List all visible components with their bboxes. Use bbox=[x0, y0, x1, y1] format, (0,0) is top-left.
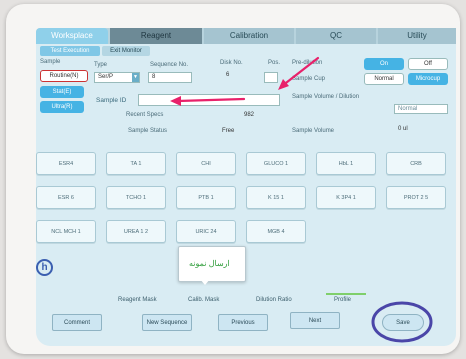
arrow-to-pos-icon bbox=[278, 56, 320, 90]
analyzer-screen: Worksplace Reagent Calibration QC Utilit… bbox=[36, 28, 456, 346]
arrow-to-sample-id-icon bbox=[170, 96, 246, 106]
annotation-overlay bbox=[170, 56, 433, 343]
save-highlight-circle bbox=[371, 301, 433, 343]
